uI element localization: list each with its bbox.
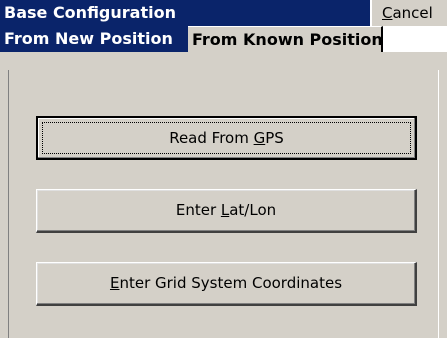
panel-right-border [438,70,439,338]
cancel-label-rest: ancel [392,4,433,22]
enter-grid-system-coordinates-button[interactable]: Enter Grid System Coordinates [36,262,417,306]
read-from-gps-label-suffix: PS [265,129,284,147]
tab-from-known-position[interactable]: From Known Position [188,26,383,52]
tab-panel-from-new-position: Read From GPS Enter Lat/Lon Enter Grid S… [0,52,447,338]
read-from-gps-label: Read From GPS [169,129,284,147]
read-from-gps-mnemonic: G [253,129,266,147]
tab-bar-empty-space [383,26,447,52]
panel-left-border [8,70,9,338]
enter-lat-lon-label-prefix: Enter [175,201,221,219]
enter-grid-coordinates-label: Enter Grid System Coordinates [110,274,342,292]
tab-from-new-position[interactable]: From New Position [0,26,188,52]
enter-lat-lon-button[interactable]: Enter Lat/Lon [36,189,417,233]
base-configuration-window: Base Configuration Cancel From New Posit… [0,0,447,338]
enter-grid-label-suffix: nter Grid System Coordinates [119,274,343,292]
enter-lat-lon-mnemonic: L [220,201,230,219]
enter-lat-lon-label: Enter Lat/Lon [176,201,276,219]
read-from-gps-label-prefix: Read From [169,129,254,147]
enter-lat-lon-label-suffix: at/Lon [229,201,277,219]
read-from-gps-button[interactable]: Read From GPS [36,116,417,160]
cancel-mnemonic: C [382,4,393,22]
cancel-button[interactable]: Cancel [370,0,447,26]
window-title: Base Configuration [4,3,176,22]
title-bar: Base Configuration Cancel [0,0,447,26]
